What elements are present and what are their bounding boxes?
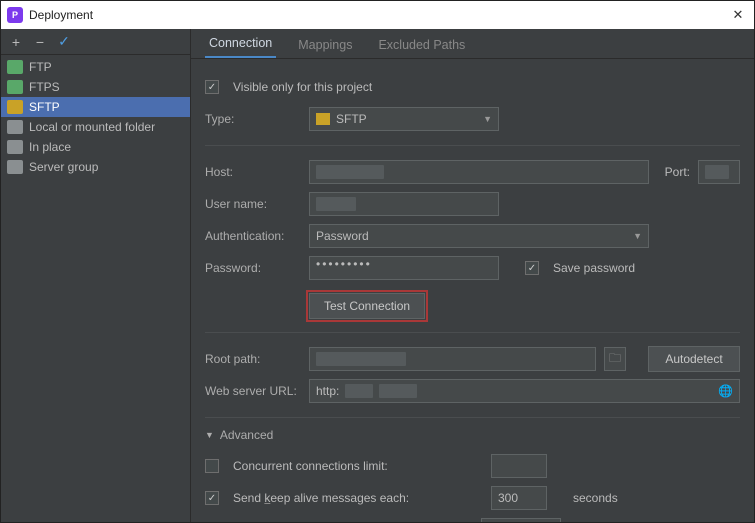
remove-button[interactable]: − bbox=[29, 31, 51, 53]
port-label: Port: bbox=[665, 165, 690, 179]
app-icon: P bbox=[7, 7, 23, 23]
encoding-input[interactable] bbox=[481, 518, 561, 522]
separator bbox=[205, 145, 740, 146]
chevron-down-icon: ▼ bbox=[205, 430, 214, 440]
save-password-label: Save password bbox=[553, 261, 635, 275]
tabs: Connection Mappings Excluded Paths bbox=[191, 29, 754, 59]
weburl-input[interactable]: http: 🌐 bbox=[309, 379, 740, 403]
ftp-icon bbox=[7, 60, 23, 74]
type-label: Type: bbox=[205, 112, 301, 126]
type-select[interactable]: SFTP ▼ bbox=[309, 107, 499, 131]
tree-item-local-or-mounted-folder[interactable]: Local or mounted folder bbox=[1, 117, 190, 137]
user-input[interactable] bbox=[309, 192, 499, 216]
connection-form: ✓ Visible only for this project Type: SF… bbox=[191, 59, 754, 522]
keepalive-unit: seconds bbox=[573, 491, 618, 505]
globe-icon: 🌐 bbox=[718, 384, 733, 398]
root-path-label: Root path: bbox=[205, 352, 301, 366]
window-title: Deployment bbox=[29, 8, 93, 22]
tree-item-label: FTP bbox=[29, 60, 52, 74]
ftps-icon bbox=[7, 80, 23, 94]
titlebar: P Deployment ✕ bbox=[1, 1, 754, 29]
chevron-down-icon: ▼ bbox=[633, 231, 642, 241]
autodetect-button[interactable]: Autodetect bbox=[648, 346, 740, 372]
add-button[interactable]: + bbox=[5, 31, 27, 53]
apply-button[interactable]: ✓ bbox=[53, 31, 75, 53]
separator bbox=[205, 417, 740, 418]
tree-item-label: Local or mounted folder bbox=[29, 120, 155, 134]
weburl-label: Web server URL: bbox=[205, 384, 301, 398]
weburl-prefix: http: bbox=[316, 384, 339, 398]
auth-label: Authentication: bbox=[205, 229, 301, 243]
sidebar: + − ✓ FTP FTPS SFTP Local or mounted folder… bbox=[1, 29, 191, 522]
browse-folder-icon[interactable]: 🗀 bbox=[604, 347, 626, 371]
tab-connection[interactable]: Connection bbox=[205, 30, 276, 58]
user-label: User name: bbox=[205, 197, 301, 211]
tab-excluded-paths[interactable]: Excluded Paths bbox=[374, 32, 469, 58]
keepalive-input[interactable] bbox=[491, 486, 547, 510]
folder-icon bbox=[7, 120, 23, 134]
keepalive-label: Send keep alive messages each: bbox=[233, 491, 483, 505]
tree-item-ftps[interactable]: FTPS bbox=[1, 77, 190, 97]
auth-select[interactable]: Password ▼ bbox=[309, 224, 649, 248]
tree-item-in-place[interactable]: In place bbox=[1, 137, 190, 157]
root-path-input[interactable] bbox=[309, 347, 596, 371]
server-tree: FTP FTPS SFTP Local or mounted folder In pla… bbox=[1, 55, 190, 522]
group-icon bbox=[7, 160, 23, 174]
host-input[interactable] bbox=[309, 160, 649, 184]
concurrent-checkbox[interactable] bbox=[205, 459, 219, 473]
password-input[interactable]: ••••••••• bbox=[309, 256, 499, 280]
chevron-down-icon: ▼ bbox=[483, 114, 492, 124]
host-label: Host: bbox=[205, 165, 301, 179]
test-connection-label: Test Connection bbox=[324, 299, 410, 313]
type-value: SFTP bbox=[336, 112, 367, 126]
tree-item-label: SFTP bbox=[29, 100, 60, 114]
visible-only-checkbox[interactable]: ✓ bbox=[205, 80, 219, 94]
advanced-label: Advanced bbox=[220, 428, 273, 442]
sftp-icon bbox=[7, 100, 23, 114]
test-connection-button[interactable]: Test Connection bbox=[309, 293, 425, 319]
tree-item-ftp[interactable]: FTP bbox=[1, 57, 190, 77]
close-icon[interactable]: ✕ bbox=[728, 7, 748, 23]
auth-value: Password bbox=[316, 229, 369, 243]
tab-mappings[interactable]: Mappings bbox=[294, 32, 356, 58]
tree-item-server-group[interactable]: Server group bbox=[1, 157, 190, 177]
visible-only-label: Visible only for this project bbox=[233, 80, 372, 94]
tree-item-label: Server group bbox=[29, 160, 98, 174]
separator bbox=[205, 332, 740, 333]
tree-item-label: FTPS bbox=[29, 80, 60, 94]
password-label: Password: bbox=[205, 261, 301, 275]
tree-item-sftp[interactable]: SFTP bbox=[1, 97, 190, 117]
sidebar-toolbar: + − ✓ bbox=[1, 29, 190, 55]
concurrent-label: Concurrent connections limit: bbox=[233, 459, 483, 473]
home-icon bbox=[7, 140, 23, 154]
port-input[interactable] bbox=[698, 160, 740, 184]
advanced-toggle[interactable]: ▼ Advanced bbox=[205, 428, 740, 442]
keepalive-checkbox[interactable]: ✓ bbox=[205, 491, 219, 505]
save-password-checkbox[interactable]: ✓ bbox=[525, 261, 539, 275]
tree-item-label: In place bbox=[29, 140, 71, 154]
concurrent-input[interactable] bbox=[491, 454, 547, 478]
sftp-icon bbox=[316, 113, 330, 125]
